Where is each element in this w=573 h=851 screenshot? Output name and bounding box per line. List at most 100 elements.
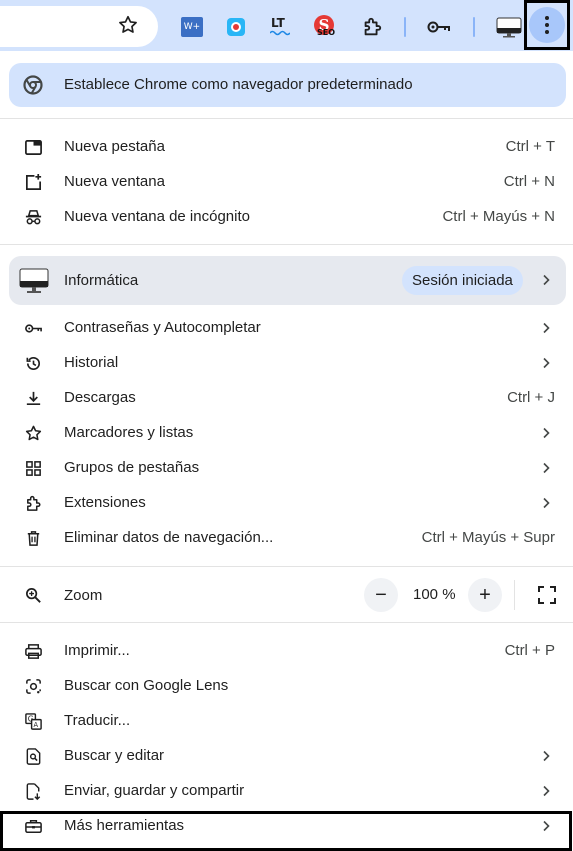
menu-item-history[interactable]: Historial xyxy=(0,346,573,381)
history-icon xyxy=(26,356,40,370)
new-tab-icon xyxy=(25,139,42,156)
menu-item-bookmarks[interactable]: Marcadores y listas xyxy=(0,416,573,451)
zoom-label: Zoom xyxy=(64,587,103,604)
menu-item-new-window[interactable]: Nueva ventana Ctrl + N xyxy=(0,165,573,200)
fullscreen-icon[interactable] xyxy=(537,585,557,605)
zoom-in-button[interactable]: + xyxy=(468,578,502,612)
profile-row[interactable]: Informática Sesión iniciada xyxy=(9,256,566,305)
menu-item-shortcut: Ctrl + J xyxy=(507,389,555,406)
menu-item-shortcut: Ctrl + N xyxy=(503,173,555,190)
print-icon xyxy=(25,644,42,659)
menu-item-label: Descargas xyxy=(64,389,136,406)
profile-name: Informática xyxy=(64,272,139,289)
menu-item-label: Buscar y editar xyxy=(64,747,165,764)
puzzle-icon xyxy=(27,495,41,511)
chevron-right-icon xyxy=(543,322,550,334)
set-default-browser-banner[interactable]: Establece Chrome como navegador predeter… xyxy=(9,63,566,107)
word-plus-extension-icon[interactable]: W+ xyxy=(180,15,204,39)
toolbar-separator xyxy=(473,17,475,37)
chrome-app-menu: Establece Chrome como navegador predeter… xyxy=(0,51,573,851)
omnibox[interactable] xyxy=(0,6,158,47)
languagetool-extension-icon[interactable]: LT xyxy=(268,15,292,39)
menu-item-label: Nueva ventana xyxy=(64,173,165,190)
menu-item-label: Nueva ventana de incógnito xyxy=(64,208,250,225)
chevron-right-icon xyxy=(543,357,550,369)
trash-icon xyxy=(27,531,40,546)
profile-avatar-icon xyxy=(19,268,49,293)
google-lens-icon xyxy=(26,679,41,694)
menu-item-print[interactable]: Imprimir... Ctrl + P xyxy=(0,634,573,669)
svg-text:A: A xyxy=(34,721,39,729)
extensions-puzzle-icon[interactable] xyxy=(360,15,384,39)
menu-item-extensions[interactable]: Extensiones xyxy=(0,486,573,521)
toolbar-separator xyxy=(404,17,406,37)
menu-item-label: Extensiones xyxy=(64,494,146,511)
chevron-right-icon xyxy=(543,274,550,286)
menu-item-clear-browsing-data[interactable]: Eliminar datos de navegación... Ctrl + M… xyxy=(0,521,573,556)
menu-item-tab-groups[interactable]: Grupos de pestañas xyxy=(0,451,573,486)
signed-in-badge: Sesión iniciada xyxy=(402,266,523,295)
menu-item-label: Traducir... xyxy=(64,712,131,729)
menu-item-label: Enviar, guardar y compartir xyxy=(64,782,245,799)
menu-item-shortcut: Ctrl + P xyxy=(504,642,555,659)
profile-avatar-icon[interactable] xyxy=(496,15,522,39)
star-icon xyxy=(25,425,42,441)
tab-groups-icon xyxy=(26,461,41,476)
menu-item-label: Contraseñas y Autocompletar xyxy=(64,319,261,336)
menu-item-translate[interactable]: GA Traducir... xyxy=(0,704,573,739)
menu-divider xyxy=(0,622,573,623)
menu-divider xyxy=(0,566,573,567)
plus-icon: + xyxy=(479,584,491,606)
menu-item-google-lens[interactable]: Buscar con Google Lens xyxy=(0,669,573,704)
new-window-icon xyxy=(25,173,42,191)
chevron-right-icon xyxy=(543,462,550,474)
chevron-right-icon xyxy=(543,427,550,439)
password-key-icon[interactable] xyxy=(426,15,452,39)
incognito-icon xyxy=(25,210,42,225)
minus-icon: − xyxy=(375,584,387,606)
browser-toolbar: W+ LT S SEO xyxy=(0,0,573,51)
color-picker-extension-icon[interactable] xyxy=(224,15,248,39)
menu-item-passwords[interactable]: Contraseñas y Autocompletar xyxy=(0,311,573,346)
zoom-magnifier-icon xyxy=(25,587,41,603)
menu-item-label: Eliminar datos de navegación... xyxy=(64,529,274,546)
zoom-row: Zoom − 100 % + xyxy=(0,576,573,616)
zoom-out-button[interactable]: − xyxy=(364,578,398,612)
zoom-separator xyxy=(514,580,515,610)
menu-item-label: Marcadores y listas xyxy=(64,424,194,441)
menu-item-new-tab[interactable]: Nueva pestaña Ctrl + T xyxy=(0,130,573,165)
chrome-menu-button[interactable] xyxy=(524,0,570,50)
seo-extension-icon[interactable]: S SEO xyxy=(313,15,337,39)
menu-item-label: Más herramientas xyxy=(64,817,185,834)
translate-icon: GA xyxy=(25,713,42,730)
menu-item-shortcut: Ctrl + T xyxy=(505,138,555,155)
chevron-right-icon xyxy=(543,497,550,509)
send-save-share-icon xyxy=(26,783,41,801)
menu-item-find-edit[interactable]: Buscar y editar xyxy=(0,739,573,774)
bookmark-star-icon[interactable] xyxy=(117,14,139,36)
chevron-right-icon xyxy=(543,820,550,832)
menu-item-downloads[interactable]: Descargas Ctrl + J xyxy=(0,381,573,416)
menu-item-label: Buscar con Google Lens xyxy=(64,677,229,694)
chevron-right-icon xyxy=(543,785,550,797)
menu-item-label: Historial xyxy=(64,354,119,371)
download-icon xyxy=(26,391,41,406)
menu-item-more-tools[interactable]: Más herramientas xyxy=(0,809,573,844)
menu-item-incognito[interactable]: Nueva ventana de incógnito Ctrl + Mayús … xyxy=(0,200,573,235)
key-icon xyxy=(25,324,42,333)
menu-item-label: Nueva pestaña xyxy=(64,138,165,155)
menu-divider xyxy=(0,244,573,245)
menu-item-label: Grupos de pestañas xyxy=(64,459,200,476)
menu-item-shortcut: Ctrl + Mayús + Supr xyxy=(421,529,555,546)
menu-item-send-save-share[interactable]: Enviar, guardar y compartir xyxy=(0,774,573,809)
chrome-logo-icon xyxy=(23,75,43,95)
menu-divider xyxy=(0,118,573,119)
zoom-value: 100 % xyxy=(413,586,456,603)
banner-label: Establece Chrome como navegador predeter… xyxy=(64,76,413,93)
chevron-right-icon xyxy=(543,750,550,762)
menu-item-label: Imprimir... xyxy=(64,642,130,659)
menu-item-shortcut: Ctrl + Mayús + N xyxy=(442,208,555,225)
find-edit-icon xyxy=(26,748,41,765)
three-dots-vertical-icon xyxy=(529,7,565,43)
toolbox-icon xyxy=(25,820,42,833)
